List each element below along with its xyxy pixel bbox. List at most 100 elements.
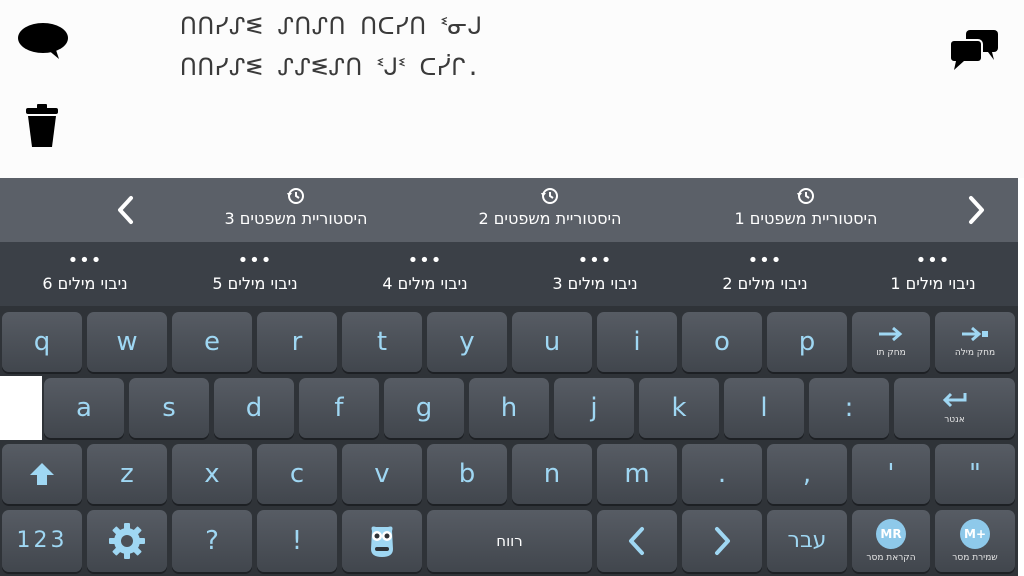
key-x[interactable]: x [172,444,252,504]
key-char: . [717,459,727,489]
key-s[interactable]: s [129,378,209,438]
prediction-level-1[interactable]: ••• ניבוי מילים 1 [848,242,1018,306]
key-char: c [289,459,305,489]
key-g[interactable]: g [384,378,464,438]
key-exclaim[interactable]: ! [257,510,337,572]
key-t[interactable]: t [342,312,422,372]
history-clock-icon [287,188,304,204]
key-char: m [624,459,650,489]
key-m[interactable]: m [597,444,677,504]
cursor-left-button[interactable] [597,510,677,572]
text-area[interactable]: ᑎᑎᓯᔑᓬ ᔑᑎᔑᑎ ᑎᑕᓯᑎ ᓫᓂᒍ ᑎᑎᓯᔑᓬ ᔑᔑᓬᔑᑎ ᓫᒍᓫ ᑕᓰᒋ. [0,0,1024,178]
more-dots-icon: ••• [577,250,613,271]
blank-overlay [0,376,42,440]
history-item-2[interactable]: היסטוריית משפטים 2 [430,178,670,242]
space-button[interactable]: רווח [427,510,592,572]
delete-word-button[interactable]: מחק מילה [935,312,1015,372]
save-message-button[interactable]: M+ שמירת מסר [935,510,1015,572]
history-label: היסטוריית משפטים 3 [224,209,368,228]
key-apostrophe[interactable]: ' [852,444,930,504]
key-k[interactable]: k [639,378,719,438]
key-char: t [376,327,388,357]
key-char: q [33,327,51,357]
key-z[interactable]: z [87,444,167,504]
numbers-button[interactable]: 123 [2,510,82,572]
prediction-level-2[interactable]: ••• ניבוי מילים 2 [680,242,850,306]
chevron-left-icon[interactable] [96,178,156,242]
shift-button[interactable] [2,444,82,504]
history-item-3[interactable]: היסטוריית משפטים 3 [176,178,416,242]
key-char: u [543,327,561,357]
chevron-right-icon [715,527,730,555]
key-quote[interactable]: " [935,444,1015,504]
key-char: s [162,393,176,423]
key-char: b [458,459,476,489]
prediction-level-6[interactable]: ••• ניבוי מילים 6 [0,242,170,306]
prediction-label: ניבוי מילים 4 [382,274,468,293]
key-p[interactable]: p [767,312,847,372]
key-char: d [245,393,263,423]
owl-mascot-icon [371,526,393,557]
key-f[interactable]: f [299,378,379,438]
key-c[interactable]: c [257,444,337,504]
key-char: o [714,327,730,357]
key-char: y [459,327,475,357]
cursor-right-button[interactable] [682,510,762,572]
prediction-level-5[interactable]: ••• ניבוי מילים 5 [170,242,340,306]
key-period[interactable]: . [682,444,762,504]
key-j[interactable]: j [554,378,634,438]
key-char: h [500,393,518,423]
gear-icon [109,523,145,559]
history-label: היסטוריית משפטים 1 [734,209,878,228]
key-v[interactable]: v [342,444,422,504]
key-w[interactable]: w [87,312,167,372]
key-o[interactable]: o [682,312,762,372]
key-char: " [969,459,981,489]
settings-button[interactable] [87,510,167,572]
key-char: p [798,327,816,357]
prediction-label: ניבוי מילים 2 [722,274,808,293]
key-y[interactable]: y [427,312,507,372]
on-screen-keyboard: q w e r t y u i o p מחק תו מחק מילה a s … [0,306,1018,576]
prediction-level-3[interactable]: ••• ניבוי מילים 3 [510,242,680,306]
more-dots-icon: ••• [237,250,273,271]
key-n[interactable]: n [512,444,592,504]
prediction-level-4[interactable]: ••• ניבוי מילים 4 [340,242,510,306]
enter-button[interactable]: אנטר [894,378,1015,438]
more-dots-icon: ••• [915,250,951,271]
mascot-button[interactable] [342,510,422,572]
key-char: r [291,327,303,357]
speech-bubble-icon[interactable] [16,20,70,62]
key-sub-label: מחק מילה [954,348,996,358]
key-l[interactable]: l [724,378,804,438]
read-message-button[interactable]: MR הקראת מסר [852,510,930,572]
key-b[interactable]: b [427,444,507,504]
trash-icon[interactable] [20,102,64,150]
prediction-label: ניבוי מילים 3 [552,274,638,293]
return-arrow-icon [942,392,966,408]
key-char: j [590,393,598,423]
key-char: n [543,459,561,489]
key-i[interactable]: i [597,312,677,372]
key-a[interactable]: a [44,378,124,438]
chevron-right-icon[interactable] [946,178,1006,242]
delete-char-button[interactable]: מחק תו [852,312,930,372]
key-r[interactable]: r [257,312,337,372]
key-char: z [120,459,134,489]
chat-bubbles-icon[interactable] [946,26,1002,72]
key-comma[interactable]: , [767,444,847,504]
key-q[interactable]: q [2,312,82,372]
chevron-left-icon [629,527,644,555]
key-question[interactable]: ? [172,510,252,572]
prediction-label: ניבוי מילים 1 [890,274,976,293]
key-char: i [633,327,641,357]
key-char: : [844,393,854,423]
key-colon[interactable]: : [809,378,889,438]
history-item-1[interactable]: היסטוריית משפטים 1 [686,178,926,242]
key-h[interactable]: h [469,378,549,438]
key-u[interactable]: u [512,312,592,372]
key-sub-label: שמירת מסר [952,553,998,563]
key-e[interactable]: e [172,312,252,372]
key-d[interactable]: d [214,378,294,438]
language-button[interactable]: עבר [767,510,847,572]
